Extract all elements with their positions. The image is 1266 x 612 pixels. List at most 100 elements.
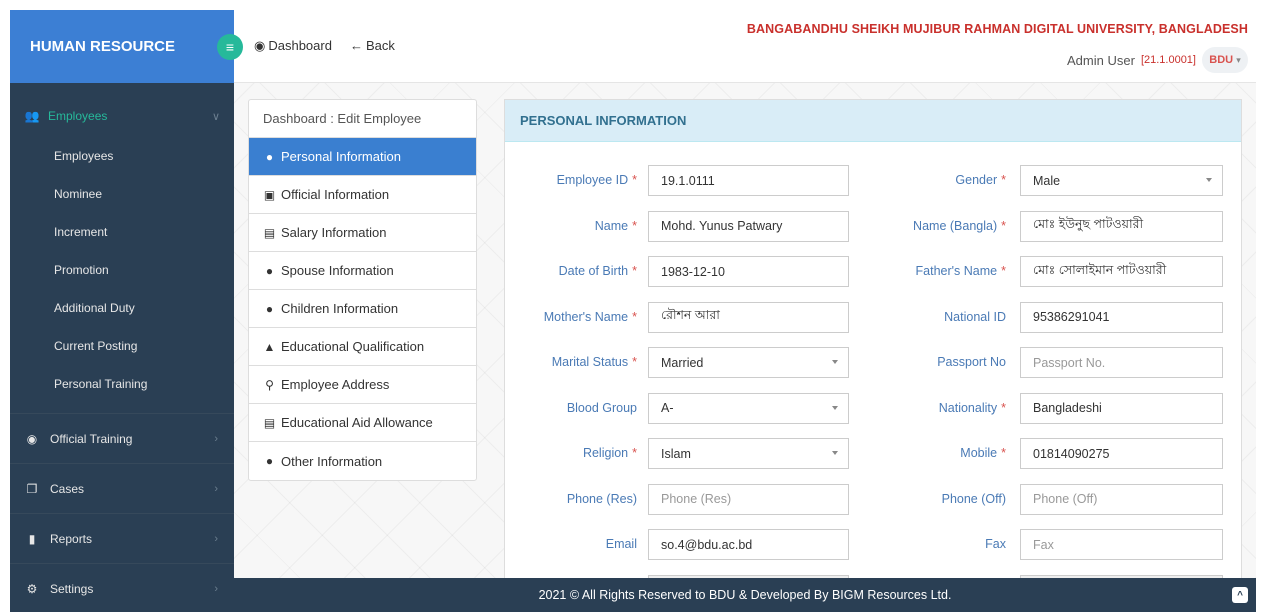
sidebar: HUMAN RESOURCE 👥 Employees ∨ Employees N…: [10, 10, 234, 612]
brand-title[interactable]: HUMAN RESOURCE: [10, 10, 234, 83]
dashboard-link[interactable]: ◉ Dashboard: [254, 38, 332, 54]
fax-label: Fax: [875, 537, 1006, 551]
menu-item-label: Official Information: [281, 187, 390, 202]
sidebar-section-label: Official Training: [50, 431, 133, 446]
caret-down-icon: [1206, 178, 1212, 182]
sidebar-item-promotion[interactable]: Promotion: [10, 251, 234, 289]
footer: 2021 © All Rights Reserved to BDU & Deve…: [234, 578, 1256, 612]
fax-input[interactable]: Fax: [1020, 529, 1223, 560]
chevron-right-icon: ›: [214, 482, 218, 495]
dashboard-link-label: Dashboard: [268, 38, 332, 53]
menu-item-other-information[interactable]: ● Other Information: [249, 442, 476, 480]
form-row: Gender * Male: [505, 165, 1241, 197]
menu-item-label: Personal Information: [281, 149, 401, 164]
cogs-icon: ⚙: [26, 581, 38, 596]
name-bangla-input[interactable]: মোঃ ইউনুছ পাটওয়ারী: [1020, 210, 1223, 242]
field-label-text: Phone (Off): [941, 491, 1006, 506]
menu-item-personal-information[interactable]: ● Personal Information: [249, 138, 476, 176]
sidebar-section-label: Reports: [50, 531, 93, 546]
user-icon: ●: [265, 454, 274, 468]
form-row: Name (Bangla) * মোঃ ইউনুছ পাটওয়ারী: [505, 210, 1241, 243]
menu-item-label: Spouse Information: [281, 263, 394, 278]
sidebar-section-settings[interactable]: ⚙ Settings ›: [10, 563, 234, 612]
menu-item-official-information[interactable]: ▣ Official Information: [249, 176, 476, 214]
gender-label: Gender *: [875, 173, 1006, 187]
graduation-cap-icon: ▲: [263, 339, 276, 354]
footer-text: 2021 © All Rights Reserved to BDU & Deve…: [538, 588, 952, 602]
money-icon: ▤: [263, 225, 276, 240]
menu-item-label: Educational Qualification: [281, 339, 425, 354]
national-id-input[interactable]: 95386291041: [1020, 301, 1223, 333]
menu-item-label: Children Information: [281, 301, 399, 316]
sidebar-item-employees[interactable]: Employees: [10, 137, 234, 175]
user-avatar-logo[interactable]: BDU ▾: [1202, 47, 1248, 73]
menu-item-salary-information[interactable]: ▤ Salary Information: [249, 214, 476, 252]
sidebar-section-employees[interactable]: 👥 Employees ∨: [10, 95, 234, 137]
field-label-text: Gender: [955, 173, 998, 187]
sidebar-section-label: Cases: [50, 481, 85, 496]
money-icon: ▤: [263, 415, 276, 430]
menu-item-spouse-information[interactable]: ● Spouse Information: [249, 252, 476, 290]
scroll-top-button[interactable]: ^: [1232, 587, 1248, 603]
sidebar-submenu: Employees Nominee Increment Promotion Ad…: [10, 137, 234, 413]
father-s-name-input[interactable]: মোঃ সোলাইমান পাটওয়ারী: [1020, 256, 1223, 287]
field-label-text: Name (Bangla): [913, 218, 998, 233]
panel-title: PERSONAL INFORMATION: [505, 100, 1241, 142]
logo-text: BDU: [1209, 54, 1234, 66]
edit-employee-menu: Dashboard : Edit Employee ● Personal Info…: [248, 99, 477, 481]
phone-off-label: Phone (Off): [875, 492, 1006, 506]
arrow-left-icon: ←: [349, 38, 363, 53]
field-value: মোঃ সোলাইমান পাটওয়ারী: [1033, 262, 1167, 277]
nationality-input[interactable]: Bangladeshi: [1020, 392, 1223, 424]
field-label-text: Nationality: [938, 400, 998, 415]
sidebar-item-personal-training[interactable]: Personal Training: [10, 365, 234, 403]
user-name: Admin User: [1067, 52, 1135, 68]
sidebar-item-increment[interactable]: Increment: [10, 213, 234, 251]
menu-item-employee-address[interactable]: ⚲ Employee Address: [249, 366, 476, 404]
required-asterisk: *: [1001, 218, 1006, 233]
required-asterisk: *: [1001, 173, 1006, 187]
menu-item-educational-qualification[interactable]: ▲ Educational Qualification: [249, 328, 476, 366]
menu-toggle-icon[interactable]: ≡: [217, 34, 243, 60]
menu-item-label: Educational Aid Allowance: [281, 415, 433, 430]
user-menu[interactable]: Admin User [21.1.0001] BDU ▾: [1067, 47, 1248, 73]
required-asterisk: *: [1001, 446, 1006, 460]
father-s-name-label: Father's Name *: [875, 264, 1006, 278]
users-icon: ●: [265, 301, 274, 316]
back-link[interactable]: ← Back: [350, 38, 395, 54]
sidebar-item-additional-duty[interactable]: Additional Duty: [10, 289, 234, 327]
sidebar-item-nominee[interactable]: Nominee: [10, 175, 234, 213]
menu-item-educational-aid-allowance[interactable]: ▤ Educational Aid Allowance: [249, 404, 476, 442]
menu-item-label: Salary Information: [281, 225, 387, 240]
field-label-text: Mobile: [960, 446, 998, 460]
mobile-input[interactable]: 01814090275: [1020, 438, 1223, 469]
menu-item-label: Employee Address: [281, 377, 390, 392]
required-asterisk: *: [1001, 400, 1006, 415]
chevron-right-icon: ›: [214, 582, 218, 595]
form-row: Mobile * 01814090275: [505, 438, 1241, 470]
phone-off-input[interactable]: Phone (Off): [1020, 483, 1223, 515]
menu-item-children-information[interactable]: ● Children Information: [249, 290, 476, 328]
sidebar-section-official-training[interactable]: ◉ Official Training ›: [10, 413, 234, 463]
users-icon: 👥: [24, 109, 40, 123]
university-name: BANGABANDHU SHEIKH MUJIBUR RAHMAN DIGITA…: [746, 22, 1248, 36]
briefcase-icon: ▣: [263, 187, 276, 202]
chevron-down-icon: ∨: [211, 110, 220, 123]
field-value: Male: [1033, 173, 1061, 188]
name-bangla-label: Name (Bangla) *: [875, 219, 1006, 233]
copy-icon: ❐: [26, 481, 38, 496]
personal-information-panel: PERSONAL INFORMATION Employee ID * 19.1.01…: [504, 99, 1242, 587]
sidebar-item-current-posting[interactable]: Current Posting: [10, 327, 234, 365]
field-value: 01814090275: [1033, 446, 1110, 461]
nationality-label: Nationality *: [875, 401, 1006, 415]
form-row: National ID 95386291041: [505, 301, 1241, 334]
sidebar-section-reports[interactable]: ▮ Reports ›: [10, 513, 234, 563]
menu-item-label: Other Information: [281, 453, 383, 469]
field-placeholder: Fax: [1033, 537, 1054, 552]
gender-select[interactable]: Male: [1020, 165, 1223, 196]
sidebar-section-label: Employees: [48, 109, 108, 123]
passport-no-input[interactable]: Passport No.: [1020, 347, 1223, 378]
required-asterisk: *: [1001, 264, 1006, 278]
back-link-label: Back: [365, 38, 395, 53]
sidebar-section-cases[interactable]: ❐ Cases ›: [10, 463, 234, 513]
